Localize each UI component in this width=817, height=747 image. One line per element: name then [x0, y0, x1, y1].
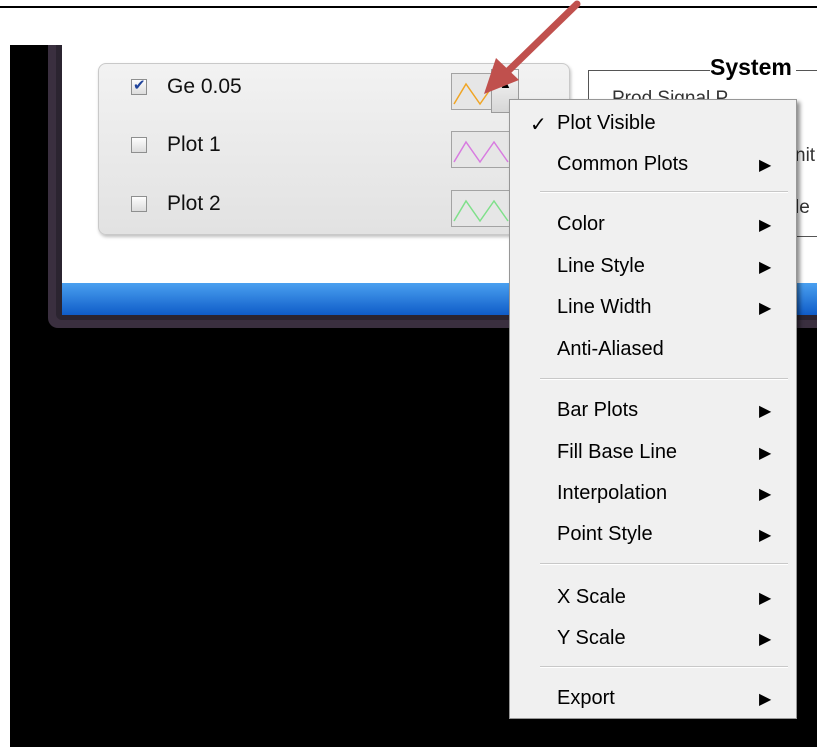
annotation-arrow-icon: [484, 0, 581, 94]
